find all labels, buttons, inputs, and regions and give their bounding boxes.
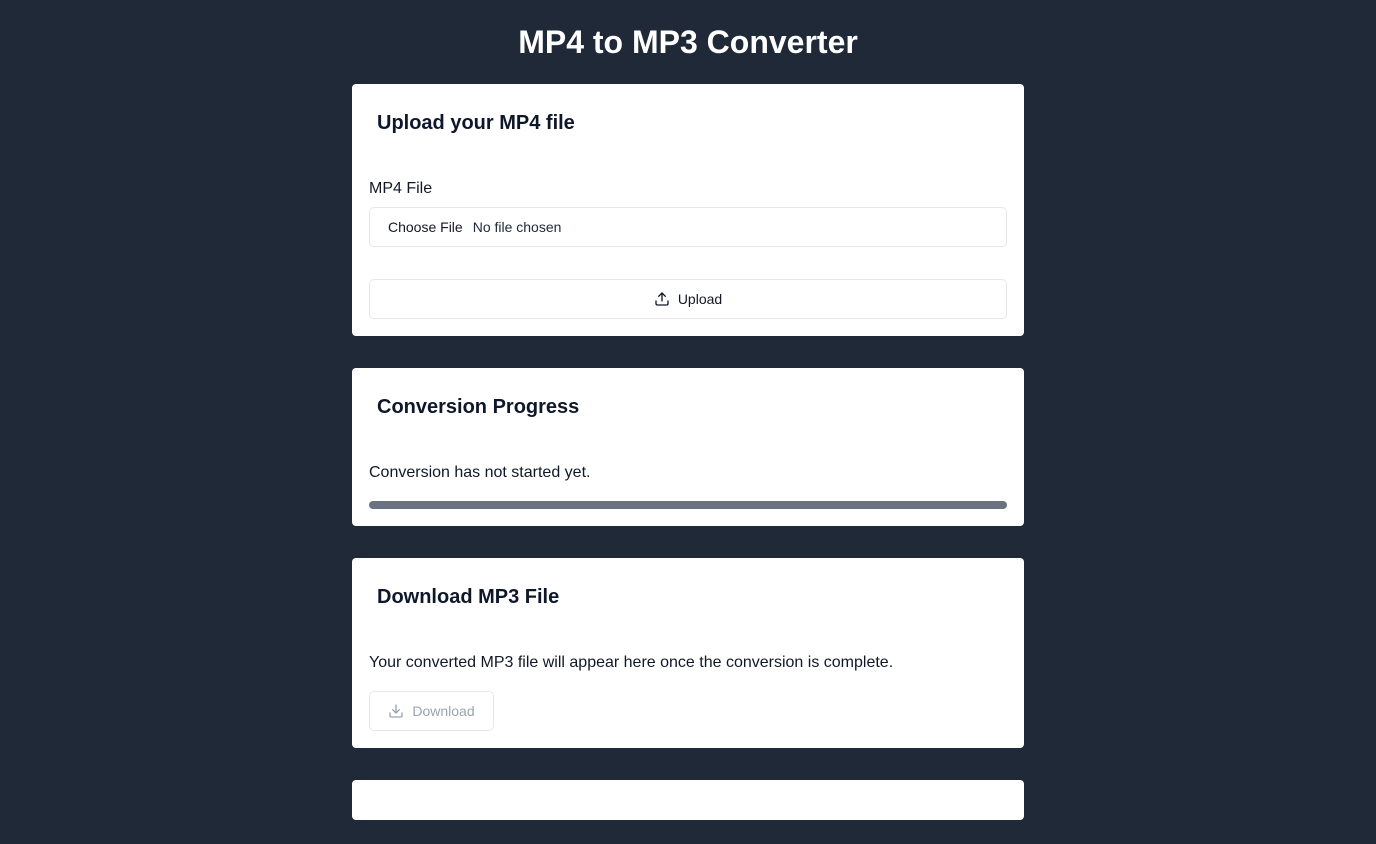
upload-button-label: Upload	[677, 291, 723, 307]
progress-status-text: Conversion has not started yet.	[369, 464, 591, 481]
choose-file-button[interactable]: Choose File	[388, 219, 463, 235]
upload-icon	[654, 291, 670, 307]
download-card-title: Download MP3 File	[377, 586, 560, 608]
progress-card-title: Conversion Progress	[377, 396, 580, 418]
file-status-text: No file chosen	[472, 219, 562, 235]
progress-bar	[369, 501, 1007, 509]
app-page: MP4 to MP3 Converter Upload your MP4 fil…	[0, 0, 1376, 844]
additional-card	[352, 780, 1024, 820]
mp4-file-input[interactable]: Choose File No file chosen	[369, 207, 1007, 247]
upload-card-title: Upload your MP4 file	[377, 112, 575, 134]
download-button[interactable]: Download	[369, 691, 494, 731]
page-title: MP4 to MP3 Converter	[518, 24, 858, 60]
download-card: Download MP3 File Your converted MP3 fil…	[352, 558, 1024, 748]
mp4-file-label: MP4 File	[369, 180, 433, 197]
progress-card: Conversion Progress Conversion has not s…	[352, 368, 1024, 526]
download-icon	[388, 703, 404, 719]
download-button-label: Download	[412, 703, 475, 719]
download-description: Your converted MP3 file will appear here…	[369, 654, 894, 671]
upload-button[interactable]: Upload	[369, 279, 1007, 319]
upload-card: Upload your MP4 file MP4 File Choose Fil…	[352, 84, 1024, 336]
